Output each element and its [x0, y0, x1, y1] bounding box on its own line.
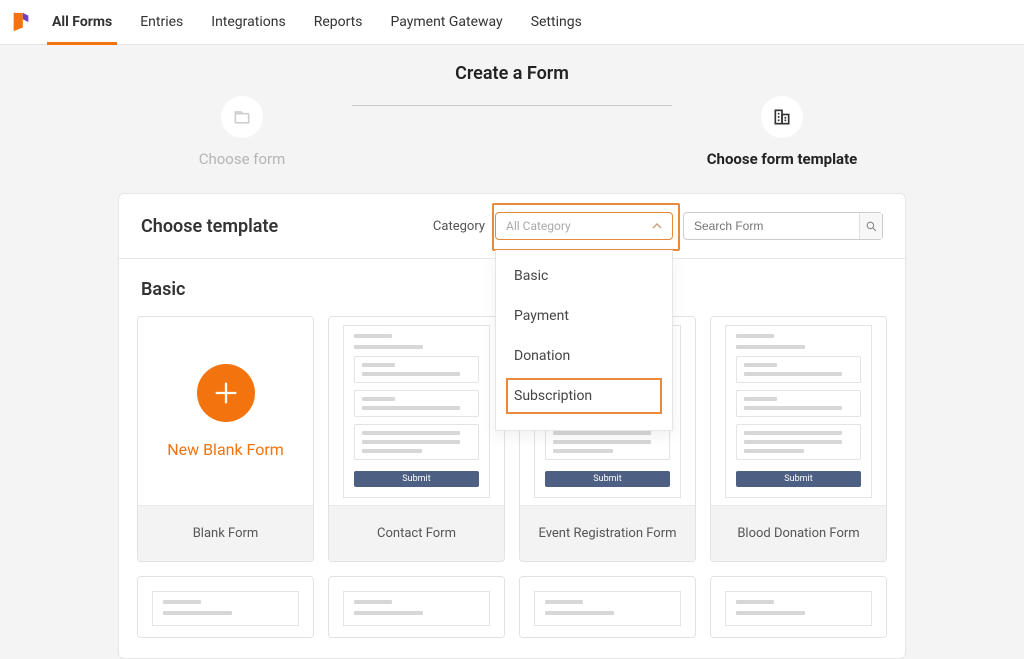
template-card-contact[interactable]: Submit Contact Form	[328, 316, 505, 562]
step-choose-template[interactable]: Choose form template	[672, 96, 892, 168]
blank-form-label: New Blank Form	[167, 440, 284, 459]
nav-tabs: All Forms Entries Integrations Reports P…	[52, 0, 582, 44]
template-card[interactable]	[137, 576, 314, 638]
form-preview	[152, 591, 299, 626]
app-logo-icon	[10, 11, 32, 33]
card-footer: Contact Form	[329, 505, 504, 561]
category-select[interactable]: All Category	[495, 212, 673, 240]
search-field	[683, 212, 883, 240]
form-preview: Submit	[725, 325, 872, 498]
search-icon	[865, 220, 878, 233]
panel-title: Choose template	[141, 216, 278, 237]
template-card[interactable]	[710, 576, 887, 638]
template-card[interactable]	[328, 576, 505, 638]
template-panel: Choose template Category All Category Ba…	[118, 193, 906, 659]
form-preview: Submit	[343, 325, 490, 498]
step-label: Choose form template	[707, 150, 858, 168]
template-card[interactable]	[519, 576, 696, 638]
category-option-donation[interactable]: Donation	[496, 336, 672, 376]
form-preview	[725, 591, 872, 626]
search-input[interactable]	[684, 219, 859, 233]
category-label: Category	[433, 219, 485, 234]
step-connector	[352, 105, 672, 106]
filter-area: Category All Category Basic Payment Dona…	[433, 212, 883, 240]
plus-icon	[197, 364, 255, 422]
category-placeholder: All Category	[506, 219, 571, 233]
nav-integrations[interactable]: Integrations	[211, 0, 285, 44]
card-footer: Blank Form	[138, 505, 313, 561]
category-option-basic[interactable]: Basic	[496, 256, 672, 296]
nav-entries[interactable]: Entries	[140, 0, 183, 44]
template-card-blank[interactable]: New Blank Form Blank Form	[137, 316, 314, 562]
nav-payment-gateway[interactable]: Payment Gateway	[390, 0, 502, 44]
search-button[interactable]	[859, 213, 882, 239]
category-option-subscription[interactable]: Subscription	[504, 376, 664, 416]
step-label: Choose form	[199, 150, 286, 168]
step-choose-form[interactable]: Choose form	[132, 96, 352, 168]
form-preview	[343, 591, 490, 626]
submit-button-preview: Submit	[354, 471, 479, 487]
submit-button-preview: Submit	[545, 471, 670, 487]
card-footer: Blood Donation Form	[711, 505, 886, 561]
nav-reports[interactable]: Reports	[314, 0, 363, 44]
template-card-blood-donation[interactable]: Submit Blood Donation Form	[710, 316, 887, 562]
submit-button-preview: Submit	[736, 471, 861, 487]
stepper: Choose form Choose form template	[0, 96, 1024, 173]
nav-settings[interactable]: Settings	[531, 0, 582, 44]
category-option-payment[interactable]: Payment	[496, 296, 672, 336]
building-icon	[761, 96, 803, 138]
category-dropdown: Basic Payment Donation Subscription	[495, 250, 673, 431]
panel-header: Choose template Category All Category Ba…	[119, 194, 905, 259]
nav-all-forms[interactable]: All Forms	[52, 0, 112, 44]
chevron-up-icon	[652, 221, 662, 231]
form-preview	[534, 591, 681, 626]
top-nav: All Forms Entries Integrations Reports P…	[0, 0, 1024, 45]
page-title: Create a Form	[0, 45, 1024, 96]
card-footer: Event Registration Form	[520, 505, 695, 561]
folder-icon	[221, 96, 263, 138]
